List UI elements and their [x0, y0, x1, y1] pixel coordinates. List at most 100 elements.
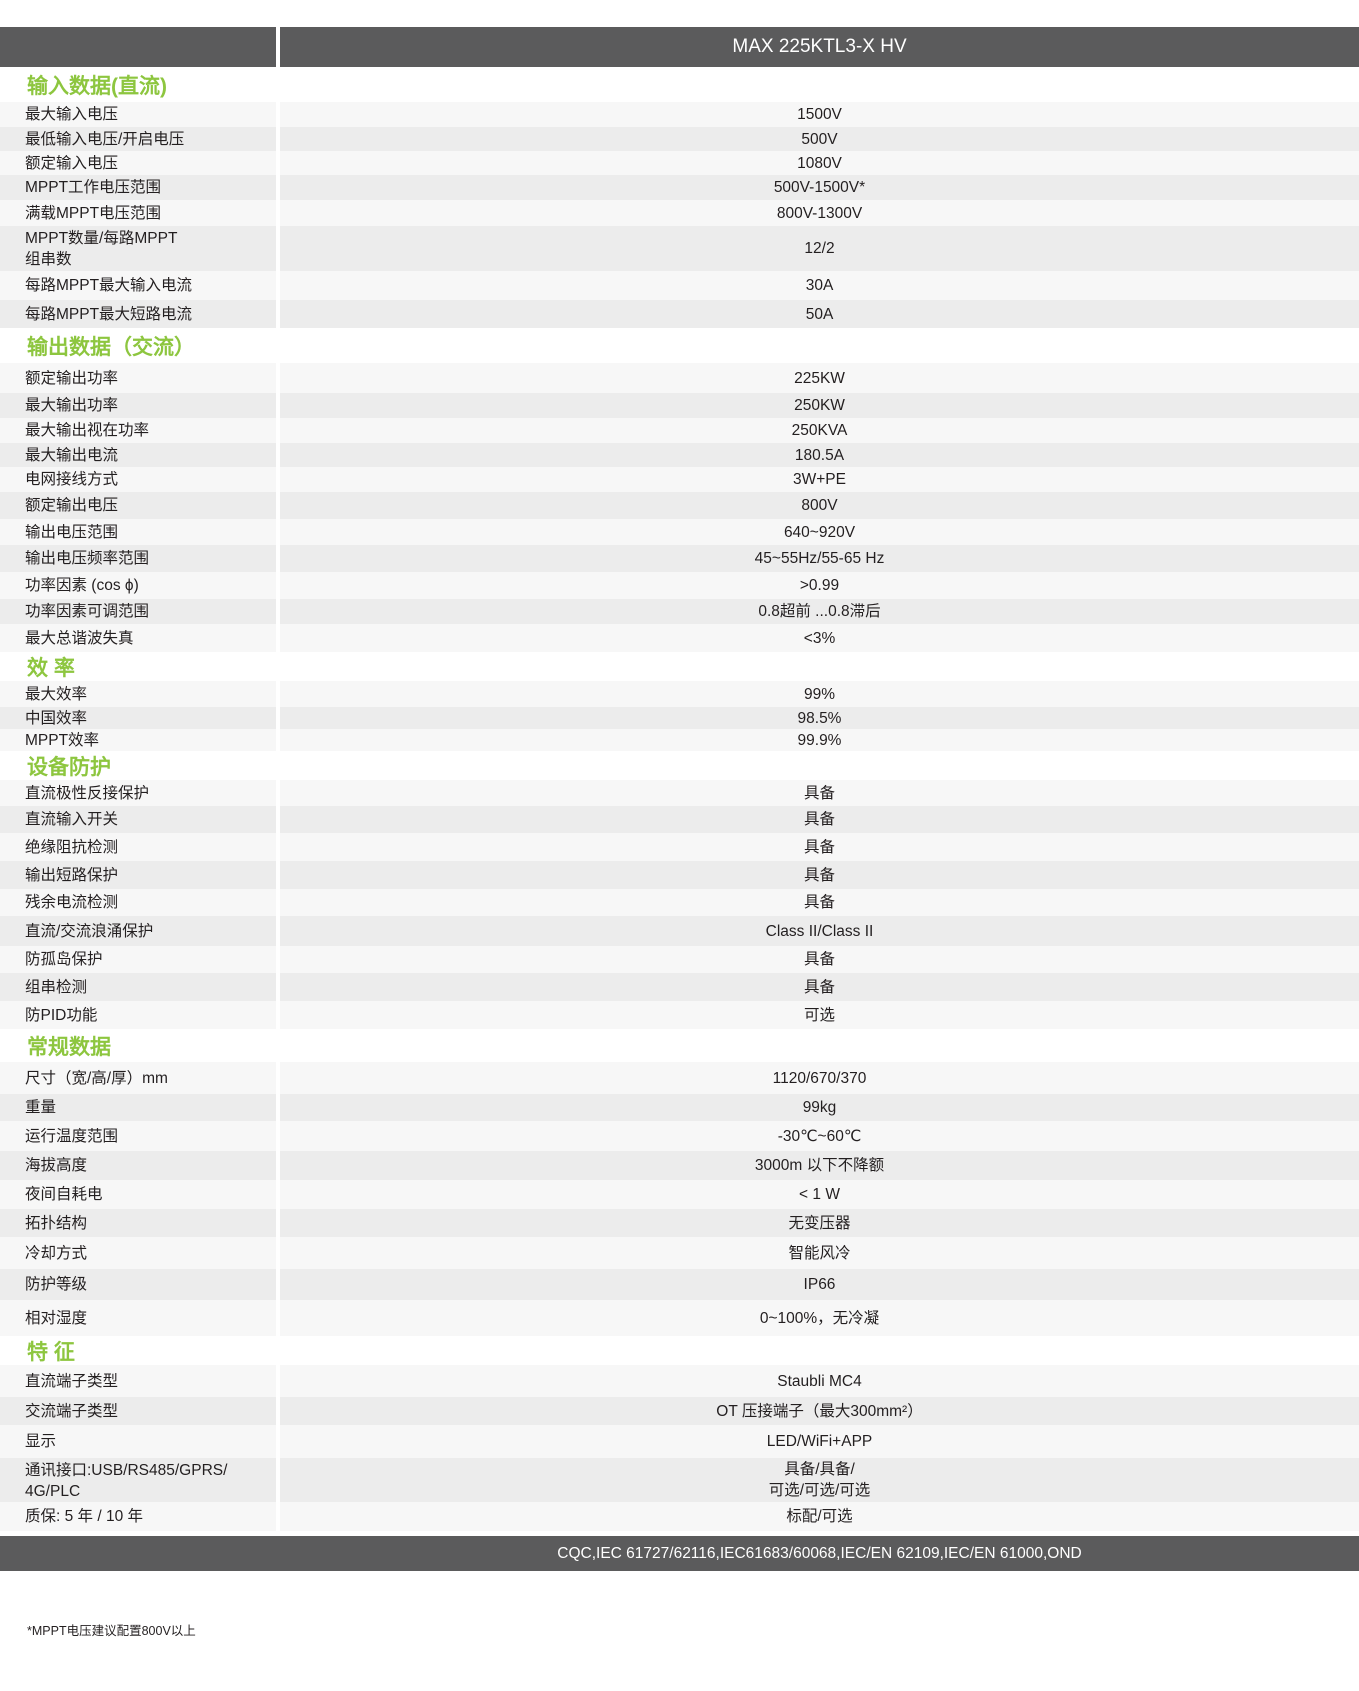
table-row: 额定输入电压 1080V [0, 151, 1359, 175]
section-title: 设备防护 [0, 751, 1359, 780]
table-row: MPPT效率 99.9% [0, 729, 1359, 751]
section-title: 输出数据（交流） [0, 328, 1359, 363]
spec-value: 180.5A [280, 443, 1359, 467]
spec-label: 额定输出电压 [0, 492, 276, 519]
table-row: 最大效率 99% [0, 681, 1359, 707]
table-row: 输出电压范围 640~920V [0, 519, 1359, 545]
spec-value: 1500V [280, 102, 1359, 127]
spec-value: <3% [280, 624, 1359, 652]
table-row: 拓扑结构 无变压器 [0, 1209, 1359, 1237]
table-row: 输出电压频率范围 45~55Hz/55-65 Hz [0, 545, 1359, 572]
section-title: 效 率 [0, 652, 1359, 681]
spec-value: 0.8超前 ...0.8滞后 [280, 599, 1359, 624]
spec-value: 500V-1500V* [280, 175, 1359, 200]
table-row: 防孤岛保护 具备 [0, 946, 1359, 973]
spec-value: 具备 [280, 973, 1359, 1001]
spec-label: 运行温度范围 [0, 1121, 276, 1151]
table-row: 功率因素 (cos ϕ) >0.99 [0, 572, 1359, 599]
table-row: 每路MPPT最大短路电流 50A [0, 300, 1359, 328]
spec-value: 具备/具备/可选/可选/可选 [280, 1458, 1359, 1502]
spec-label: 直流输入开关 [0, 806, 276, 833]
spec-label: 电网接线方式 [0, 467, 276, 492]
spec-value: 具备 [280, 889, 1359, 916]
spec-label: 绝缘阻抗检测 [0, 833, 276, 861]
spec-value: 250KVA [280, 418, 1359, 443]
table-row: 运行温度范围 -30℃~60℃ [0, 1121, 1359, 1151]
table-row: 最大输出功率 250KW [0, 393, 1359, 418]
spec-value: 800V [280, 492, 1359, 519]
spec-value: 98.5% [280, 707, 1359, 729]
spec-label: 功率因素 (cos ϕ) [0, 572, 276, 599]
spec-label: MPPT效率 [0, 729, 276, 751]
table-row: 组串检测 具备 [0, 973, 1359, 1001]
table-row: 交流端子类型 OT 压接端子（最大300mm²） [0, 1397, 1359, 1425]
spec-label: 直流/交流浪涌保护 [0, 916, 276, 946]
table-row: 质保: 5 年 / 10 年标配/可选 [0, 1502, 1359, 1531]
spec-value: 具备 [280, 833, 1359, 861]
table-row: 残余电流检测 具备 [0, 889, 1359, 916]
spec-label: 重量 [0, 1094, 276, 1121]
spec-value: -30℃~60℃ [280, 1121, 1359, 1151]
model-name: MAX 225KTL3-X HV [280, 27, 1359, 67]
spec-value: Class II/Class II [280, 916, 1359, 946]
spec-sheet: MAX 225KTL3-X HV 输入数据(直流) 最大输入电压 1500V 最低输入… [0, 27, 1359, 1571]
footnote: *MPPT电压建议配置800V以上 [27, 1624, 196, 1638]
spec-value: 45~55Hz/55-65 Hz [280, 545, 1359, 572]
spec-label: 显示 [0, 1425, 276, 1458]
spec-value: 500V [280, 127, 1359, 151]
spec-label: 最大输出功率 [0, 393, 276, 418]
spec-label: 海拔高度 [0, 1151, 276, 1180]
spec-label: 输出短路保护 [0, 861, 276, 889]
table-row: 中国效率 98.5% [0, 707, 1359, 729]
spec-label: 直流端子类型 [0, 1365, 276, 1397]
spec-label: 中国效率 [0, 707, 276, 729]
section-title: 输入数据(直流) [0, 67, 1359, 102]
spec-label: 满载MPPT电压范围 [0, 200, 276, 226]
spec-value: 具备 [280, 780, 1359, 806]
spec-value: 0~100%，无冷凝 [280, 1300, 1359, 1336]
spec-value: 99kg [280, 1094, 1359, 1121]
spec-label: 最大总谐波失真 [0, 624, 276, 652]
spec-label: 质保: 5 年 / 10 年 [0, 1502, 276, 1531]
table-row: 防PID功能 可选 [0, 1001, 1359, 1029]
table-row: 海拔高度 3000m 以下不降额 [0, 1151, 1359, 1180]
section-title: 特 征 [0, 1336, 1359, 1365]
spec-value: 30A [280, 271, 1359, 300]
header-label-cell [0, 27, 276, 67]
spec-value: 225KW [280, 363, 1359, 393]
table-row: MPPT工作电压范围 500V-1500V* [0, 175, 1359, 200]
table-row: 相对湿度 0~100%，无冷凝 [0, 1300, 1359, 1336]
spec-value: 3000m 以下不降额 [280, 1151, 1359, 1180]
spec-label: 组串检测 [0, 973, 276, 1001]
spec-value: OT 压接端子（最大300mm²） [280, 1397, 1359, 1425]
spec-value: 99.9% [280, 729, 1359, 751]
spec-label: 冷却方式 [0, 1237, 276, 1269]
table-row: 显示 LED/WiFi+APP [0, 1425, 1359, 1458]
spec-sections: 输入数据(直流) 最大输入电压 1500V 最低输入电压/开启电压 500V 额定输入电压… [0, 67, 1359, 1531]
spec-value: 1120/670/370 [280, 1062, 1359, 1094]
table-row: 重量 99kg [0, 1094, 1359, 1121]
spec-value: 250KW [280, 393, 1359, 418]
spec-label: 最大输出电流 [0, 443, 276, 467]
table-row: 最大输入电压 1500V [0, 102, 1359, 127]
spec-label: 每路MPPT最大短路电流 [0, 300, 276, 328]
spec-label: 拓扑结构 [0, 1209, 276, 1237]
spec-label: 输出电压范围 [0, 519, 276, 545]
spec-value: IP66 [280, 1269, 1359, 1300]
table-row: 尺寸（宽/高/厚）mm 1120/670/370 [0, 1062, 1359, 1094]
table-row: 最大输出视在功率 250KVA [0, 418, 1359, 443]
spec-value: 50A [280, 300, 1359, 328]
table-row: 满载MPPT电压范围 800V-1300V [0, 200, 1359, 226]
table-row: 每路MPPT最大输入电流 30A [0, 271, 1359, 300]
spec-label: 输出电压频率范围 [0, 545, 276, 572]
table-row: 额定输出电压 800V [0, 492, 1359, 519]
spec-label: 额定输出功率 [0, 363, 276, 393]
spec-value: 1080V [280, 151, 1359, 175]
table-row: 输出短路保护 具备 [0, 861, 1359, 889]
spec-label: 夜间自耗电 [0, 1180, 276, 1209]
spec-label: 每路MPPT最大输入电流 [0, 271, 276, 300]
table-row: 直流极性反接保护 具备 [0, 780, 1359, 806]
table-row: 功率因素可调范围 0.8超前 ...0.8滞后 [0, 599, 1359, 624]
spec-label: 最大输入电压 [0, 102, 276, 127]
spec-value: 可选 [280, 1001, 1359, 1029]
